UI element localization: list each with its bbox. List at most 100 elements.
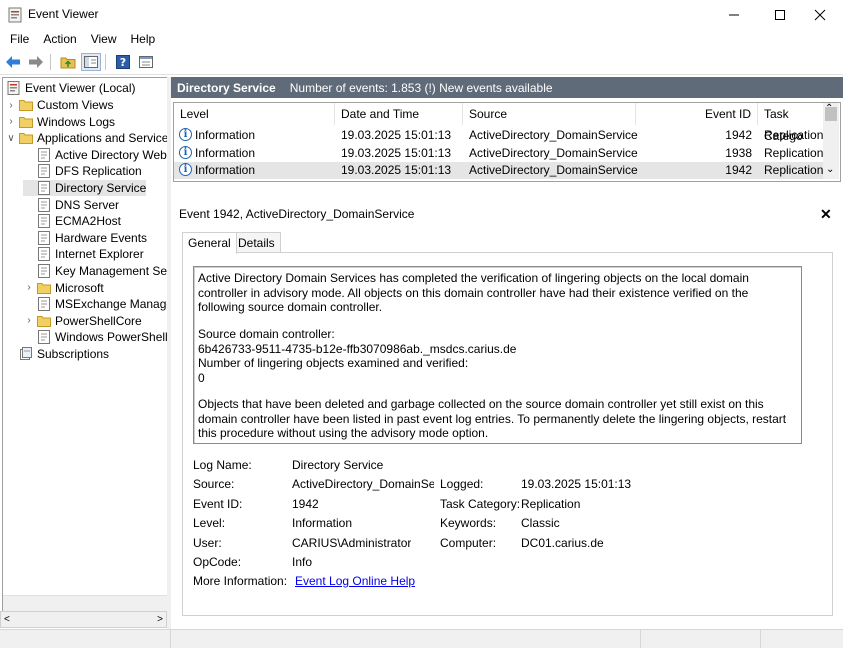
log-icon [38,197,50,212]
folder-icon [19,133,33,145]
information-icon: i [179,128,192,141]
close-window-button[interactable] [797,0,843,30]
tree-item[interactable]: Windows PowerShell [23,329,168,345]
back-button[interactable] [3,53,23,71]
tree-item[interactable]: ECMA2Host [23,213,121,229]
tree-item[interactable]: Active Directory Web [23,147,167,163]
tree-item-label: DNS Server [55,197,120,212]
user-value: CARIUS\Administrator [292,536,412,550]
column-header-level[interactable]: Level [174,103,335,125]
computer-value: DC01.carius.de [521,536,604,550]
toolbar-separator [50,54,51,70]
tree-item[interactable]: MSExchange Manage [23,296,168,312]
maximize-icon [775,10,785,20]
description-paragraph-2: Source domain controller: 6b426733-9511-… [198,327,517,386]
status-bar [0,629,843,648]
event-log-online-help-link[interactable]: Event Log Online Help [295,574,415,588]
list-scrollbar[interactable]: ⌃ ⌄ [823,103,839,179]
event-row[interactable]: i Information 19.03.2025 15:01:13 ActiveDir… [174,145,824,162]
tree-item[interactable]: Hardware Events [23,230,147,246]
scrollbar-thumb[interactable] [825,107,837,121]
event-row[interactable]: i Information 19.03.2025 15:01:13 ActiveDir… [174,162,824,179]
tree-item[interactable]: › PowerShellCore [23,313,141,329]
tree-scrollbar[interactable]: < > [0,611,167,628]
tree-item-label: Hardware Events [55,230,148,245]
menu-help[interactable]: Help [124,30,163,49]
chevron-right-icon[interactable]: › [5,116,17,127]
forward-button[interactable] [26,53,46,71]
help-icon: ? [116,55,130,69]
svg-text:?: ? [120,56,126,69]
log-icon [38,230,50,245]
scroll-down-icon[interactable]: ⌄ [826,164,834,175]
tree-item[interactable]: Directory Service [23,180,147,196]
tree-item[interactable]: Key Management Ser [23,263,169,279]
log-name-label: Log Name: [193,458,252,472]
event-date: 19.03.2025 15:01:13 [341,163,452,177]
folder-icon [37,282,51,294]
logged-value: 19.03.2025 15:01:13 [521,477,632,491]
tree-item-label: Key Management Ser [55,264,169,278]
show-hide-tree-button[interactable] [81,53,101,71]
event-id-label: Event ID: [193,497,243,511]
tree-item[interactable]: › Custom Views [5,97,113,113]
tree-item[interactable]: Internet Explorer [23,246,144,262]
chevron-right-icon[interactable]: › [5,100,17,111]
tree-item-label: Applications and Services [37,131,169,146]
tree-item[interactable]: ∨ Applications and Services [5,130,169,146]
tab-general[interactable]: General [182,232,237,254]
menu-view[interactable]: View [84,30,124,49]
event-task-category: Replication [764,128,824,142]
tree-item[interactable]: › Microsoft [23,280,104,296]
tree-item-label: Microsoft [55,280,104,295]
tree-horizontal-scrollbar[interactable] [3,595,168,612]
log-icon [38,181,50,195]
task-category-label: Task Category: [440,497,521,511]
event-row[interactable]: i Information 19.03.2025 15:01:13 ActiveDir… [174,127,824,144]
scroll-left-icon[interactable]: < [4,614,10,625]
tree-item[interactable]: DNS Server [23,197,119,213]
event-source: ActiveDirectory_DomainService [469,128,638,142]
source-value: ActiveDirectory_DomainServ [292,477,434,491]
column-header-source[interactable]: Source [463,103,636,125]
folder-icon [19,116,33,128]
back-arrow-icon [6,56,20,68]
pane-splitter[interactable] [167,77,171,629]
tree-item[interactable]: DFS Replication [23,163,142,179]
tab-details[interactable]: Details [232,232,281,253]
tree-item[interactable]: Subscriptions [5,346,109,362]
window-title: Event Viewer [28,7,99,21]
help-button[interactable]: ? [113,53,133,71]
chevron-right-icon[interactable]: › [23,315,35,326]
event-viewer-app-icon [8,7,22,23]
minimize-button[interactable] [711,0,757,30]
tree-item-label: ECMA2Host [55,214,122,229]
properties-button[interactable] [136,53,156,71]
column-header-date[interactable]: Date and Time [335,103,463,125]
tree-item-label: Subscriptions [37,347,110,361]
column-header-event-id[interactable]: Event ID [636,103,758,125]
user-label: User: [193,536,222,550]
status-divider [170,630,171,648]
scroll-right-icon[interactable]: > [157,614,163,625]
up-folder-button[interactable] [58,53,78,71]
menu-file[interactable]: File [0,30,36,49]
menu-action[interactable]: Action [36,30,83,49]
column-header-task-category[interactable]: Task Catego [758,103,828,143]
folder-icon [19,100,33,111]
log-icon [38,147,50,162]
description-paragraph-1: Active Directory Domain Services has com… [198,271,753,315]
tree-item[interactable]: › Windows Logs [5,114,115,130]
tree-root[interactable]: Event Viewer (Local) [5,80,136,96]
menu-bar: File Action View Help [0,30,843,49]
chevron-down-icon[interactable]: ∨ [5,133,17,144]
chevron-right-icon[interactable]: › [23,282,35,293]
status-divider [640,630,641,648]
event-task-category: Replication [764,145,824,160]
event-detail-title: Event 1942, ActiveDirectory_DomainServic… [179,207,415,221]
event-id: 1942 [725,128,752,142]
close-detail-icon[interactable]: ✕ [820,206,832,223]
event-viewer-icon [7,81,20,95]
tree-item-label: Active Directory Web [55,147,167,162]
log-header: Directory Service Number of events: 1.85… [171,77,843,98]
